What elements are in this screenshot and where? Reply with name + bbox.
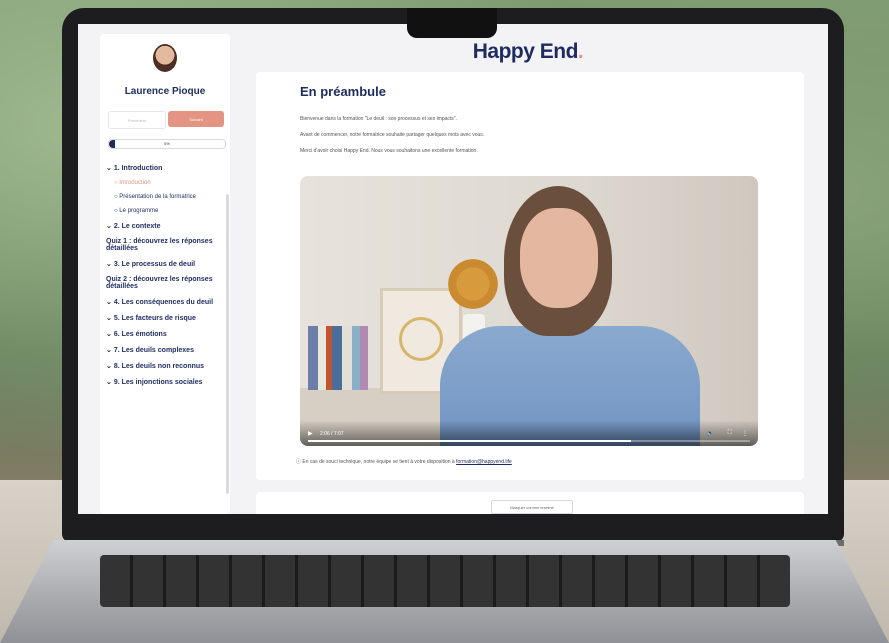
intro-paragraph-2: Avant de commencer, notre formatrice sou… [300,132,485,138]
chevron-down-icon: ⌄ [106,347,114,354]
next-section-card: Marquer comme terminé [256,492,804,514]
section-contexte[interactable]: ⌄ 2. Le contexte [106,222,224,230]
section-emotions[interactable]: ⌄ 6. Les émotions [106,330,224,338]
sidebar-scrollbar[interactable] [226,194,229,494]
video-person-face [520,208,598,308]
section-deuils-complexes[interactable]: ⌄ 7. Les deuils complexes [106,346,224,354]
video-player[interactable]: ▶ 2:06 / 7:07 🔈 ⛶ ⋮ [300,176,758,446]
video-time: 2:06 / 7:07 [320,431,344,437]
video-controls: ▶ 2:06 / 7:07 🔈 ⛶ ⋮ [300,420,758,446]
chevron-down-icon: ⌄ [106,363,114,370]
progress-fill [109,140,115,148]
section-introduction[interactable]: ⌄ 1. Introduction [106,164,224,172]
chevron-down-icon: ⌄ [106,315,114,322]
intro-paragraph-3: Merci d'avoir choisi Happy End. Nous vou… [300,148,478,154]
course-progress-bar: 5% [108,139,226,149]
fullscreen-icon[interactable]: ⛶ [728,430,732,437]
mark-complete-button[interactable]: Marquer comme terminé [491,500,573,514]
lesson-introduction[interactable]: ○ Introduction [114,180,224,186]
section-quiz-2[interactable]: Quiz 2 : découvrez les réponses détaillé… [106,276,224,290]
instructor-name: Laurence Pioque [124,86,206,97]
more-options-icon[interactable]: ⋮ [742,430,748,437]
chevron-down-icon: ⌄ [106,299,114,306]
support-email-link[interactable]: formation@happyend.life [456,459,512,465]
section-facteurs-risque[interactable]: ⌄ 5. Les facteurs de risque [106,314,224,322]
section-consequences[interactable]: ⌄ 4. Les conséquences du deuil [106,298,224,306]
chevron-down-icon: ⌄ [106,331,114,338]
support-notice: ⓘ En cas de souci technique, notre équip… [296,459,512,465]
lesson-presentation-formatrice[interactable]: ○ Présentation de la formatrice [114,194,224,200]
intro-paragraph-1: Bienvenue dans la formation "Le deuil : … [300,116,457,122]
volume-icon[interactable]: 🔈 [707,430,714,437]
video-scene-flowers [445,254,501,314]
course-sidebar: Laurence Pioque Précédent Suivant 5% ⌄ 1… [100,34,230,514]
chevron-down-icon: ⌄ [106,223,114,230]
camera-notch [407,8,497,38]
section-deuils-non-reconnus[interactable]: ⌄ 8. Les deuils non reconnus [106,362,224,370]
keyboard [100,555,790,607]
video-progress-bar[interactable] [308,440,750,442]
chevron-down-icon: ⌄ [106,379,114,386]
progress-label: 5% [164,141,170,146]
chevron-down-icon: ⌄ [106,165,114,172]
instructor-avatar [153,44,177,72]
next-button[interactable]: Suivant [168,111,224,127]
brand-logo: Happy End. [472,40,584,63]
section-injonctions-sociales[interactable]: ⌄ 9. Les injonctions sociales [106,378,224,386]
previous-button[interactable]: Précédent [108,111,166,129]
play-icon[interactable]: ▶ [308,430,313,437]
lesson-main: Happy End. En préambule Bienvenue dans l… [248,24,808,514]
chevron-down-icon: ⌄ [106,261,114,268]
laptop-screen: Laurence Pioque Précédent Suivant 5% ⌄ 1… [78,24,828,514]
lesson-programme[interactable]: ○ Le programme [114,208,224,214]
course-outline: ⌄ 1. Introduction ○ Introduction ○ Prése… [106,164,224,394]
lesson-title: En préambule [300,84,386,99]
video-scene-books [308,326,368,390]
section-quiz-1[interactable]: Quiz 1 : découvrez les réponses détaillé… [106,238,224,252]
section-processus-deuil[interactable]: ⌄ 3. Le processus de deuil [106,260,224,268]
